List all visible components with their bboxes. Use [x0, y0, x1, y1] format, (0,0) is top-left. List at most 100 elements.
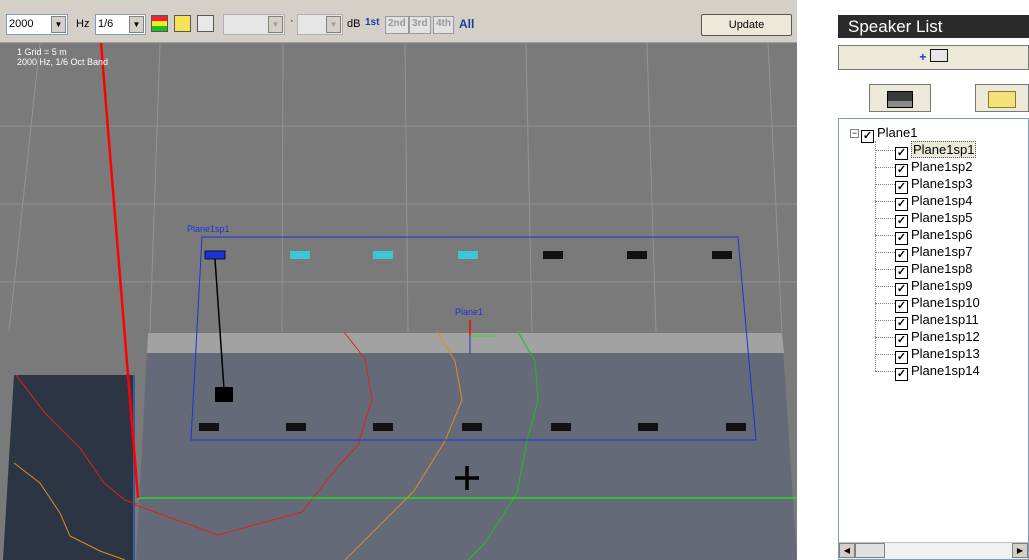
tree-item-label: Plane1sp14: [911, 363, 980, 378]
chevron-down-icon[interactable]: ▼: [326, 16, 341, 33]
speaker-icon: [638, 423, 658, 431]
speaker-array-icon: [929, 49, 948, 62]
floor-surface: [136, 333, 797, 560]
db-label: dB: [347, 18, 361, 30]
hz-label: Hz: [76, 18, 90, 30]
scroll-right-icon[interactable]: ▶: [1012, 543, 1028, 558]
speaker-icon: [204, 250, 226, 260]
speaker-icon: [627, 251, 647, 259]
update-button[interactable]: Update: [701, 14, 792, 36]
chevron-down-icon[interactable]: ▼: [268, 16, 283, 33]
checkbox-icon[interactable]: ✓: [895, 368, 908, 381]
tree-branch-line: [875, 303, 895, 305]
speaker-icon: [373, 251, 393, 259]
tree-item[interactable]: ✓ Plane1sp10: [875, 294, 980, 313]
band-select[interactable]: 1/6 ▼: [95, 14, 146, 35]
tree-item-label: Plane1sp6: [911, 227, 973, 242]
tree-item-label: Plane1sp4: [911, 193, 973, 208]
tree-item[interactable]: ✓ Plane1sp12: [875, 328, 980, 347]
add-speaker-button[interactable]: +: [838, 45, 1029, 70]
tree-branch-line: [875, 184, 895, 186]
tree-branch-line: [875, 320, 895, 322]
chevron-down-icon[interactable]: ▼: [129, 16, 144, 33]
collapse-icon[interactable]: −: [850, 129, 859, 138]
speaker-icon: [290, 251, 310, 259]
tree-item-label: Plane1sp1: [911, 141, 977, 158]
level-select[interactable]: ▼: [223, 14, 285, 35]
tree-item[interactable]: ✓ Plane1sp3: [875, 175, 973, 194]
horizontal-scrollbar[interactable]: ◀ ▶: [839, 542, 1028, 559]
tree-item-label: Plane1sp5: [911, 210, 973, 225]
tree-root-label: Plane1: [877, 125, 918, 140]
tree-item[interactable]: ✓ Plane1sp7: [875, 243, 973, 262]
separator-dot: ·: [290, 15, 294, 27]
scroll-left-icon[interactable]: ◀: [839, 543, 855, 558]
tree-item[interactable]: ✓ Plane1sp8: [875, 260, 973, 279]
open-speakers-button[interactable]: [975, 84, 1029, 112]
floor-top-edge: [147, 333, 784, 353]
speaker-icon: [726, 423, 746, 431]
color-map-icon[interactable]: [151, 15, 168, 32]
tree-branch-line: [875, 371, 895, 373]
speaker-row-top: [204, 250, 732, 260]
tree-item-label: Plane1sp11: [911, 312, 979, 327]
tree-item[interactable]: ✓ Plane1sp14: [875, 362, 980, 381]
tree-root-plane1[interactable]: ✓ Plane1: [861, 124, 918, 143]
add-speaker-label: +: [919, 50, 927, 64]
plane-label: Plane1: [455, 307, 483, 317]
speaker-view-icon[interactable]: [174, 15, 191, 32]
speaker-icon: [373, 423, 393, 431]
tree-item[interactable]: ✓ Plane1sp6: [875, 226, 973, 245]
tree-branch-line: [875, 235, 895, 237]
viewport-3d[interactable]: Plane1sp1 Plane1 1 Grid = 5 m 2000 Hz, 1…: [0, 43, 797, 560]
scroll-thumb[interactable]: [855, 543, 885, 558]
band-info: 2000 Hz, 1/6 Oct Band: [17, 57, 109, 67]
tree-branch-line: [875, 167, 895, 169]
tree-branch-line: [875, 286, 895, 288]
speaker-icon: [462, 423, 482, 431]
tree-item[interactable]: ✓ Plane1sp11: [875, 311, 979, 330]
aim-target: [215, 387, 233, 402]
tree-item[interactable]: ✓ Plane1sp4: [875, 192, 973, 211]
tree-branch-line: [875, 337, 895, 339]
checkbox-icon[interactable]: ✓: [861, 130, 874, 143]
scene-svg: Plane1sp1 Plane1: [0, 43, 797, 560]
order-2nd-button[interactable]: 2nd: [385, 16, 409, 34]
tree-item-label: Plane1sp8: [911, 261, 973, 276]
tree-item[interactable]: ✓ Plane1sp1: [875, 141, 977, 160]
speaker-label-plane1sp1: Plane1sp1: [187, 224, 230, 234]
tree-branch-line: [875, 252, 895, 254]
save-speakers-button[interactable]: [869, 84, 931, 112]
band-value: 1/6: [98, 18, 114, 30]
tree-item[interactable]: ✓ Plane1sp2: [875, 158, 972, 177]
speaker-icon: [199, 423, 219, 431]
tree-branch-line: [875, 269, 895, 271]
order-4th-button[interactable]: 4th: [433, 16, 454, 34]
speaker-icon: [712, 251, 732, 259]
tree-item-label: Plane1sp9: [911, 278, 973, 293]
frequency-select[interactable]: 2000 ▼: [6, 14, 68, 35]
speaker-icon: [551, 423, 571, 431]
tree-item-label: Plane1sp13: [911, 346, 980, 361]
tree-item-label: Plane1sp7: [911, 244, 973, 259]
tree-branch-line: [875, 218, 895, 220]
order-1st-button[interactable]: 1st: [363, 16, 381, 34]
tree-branch-line: [875, 150, 895, 152]
perspective-grid: [0, 43, 797, 333]
speaker-list-title: Speaker List: [838, 15, 1029, 38]
level-range-select[interactable]: ▼: [297, 14, 343, 35]
order-3rd-button[interactable]: 3rd: [409, 16, 431, 34]
tree-item[interactable]: ✓ Plane1sp13: [875, 345, 980, 364]
grid-info: 1 Grid = 5 m: [17, 47, 67, 57]
chevron-down-icon[interactable]: ▼: [51, 16, 66, 33]
order-all-button[interactable]: All: [457, 16, 476, 34]
tree-item-label: Plane1sp3: [911, 176, 973, 191]
tree-item[interactable]: ✓ Plane1sp9: [875, 277, 973, 296]
save-disk-icon: [887, 91, 913, 108]
speaker-tree[interactable]: − ✓ Plane1 ✓ Plane1sp1 ✓ Plane1sp2 ✓ Plane1sp3…: [838, 118, 1029, 560]
speaker-icon: [458, 251, 478, 259]
speaker-grid-icon[interactable]: [197, 15, 214, 32]
toolbar: 2000 ▼ Hz 1/6 ▼ ▼ · ▼ dB 1st 2nd 3rd 4th…: [0, 0, 797, 43]
tree-item[interactable]: ✓ Plane1sp5: [875, 209, 973, 228]
view-info: 1 Grid = 5 m 2000 Hz, 1/6 Oct Band: [17, 47, 108, 67]
